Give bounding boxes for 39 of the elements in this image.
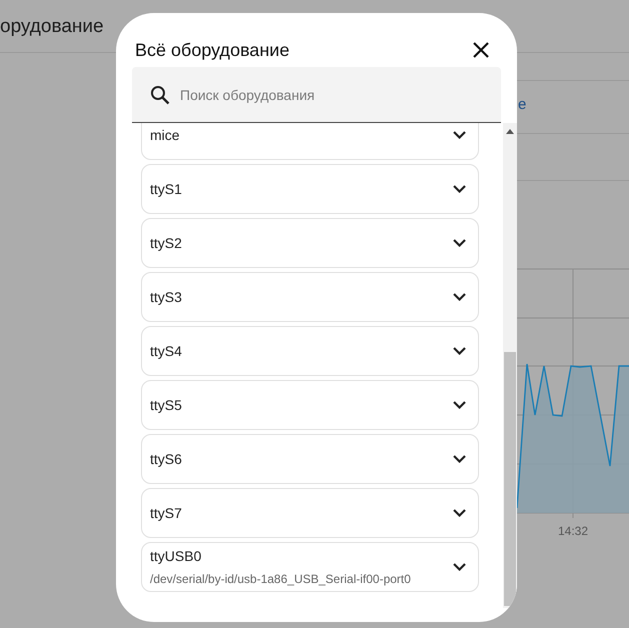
chevron-icon	[453, 131, 466, 139]
device-item[interactable]: ttyUSB0 /dev/serial/by-id/usb-1a86_USB_Serial-if00-port0	[141, 542, 479, 592]
device-item[interactable]: ttyS5	[141, 380, 479, 430]
search-field[interactable]: Поиск оборудования	[132, 67, 501, 123]
device-name: ttyS5	[150, 396, 182, 415]
search-icon	[150, 85, 170, 105]
chevron-icon	[453, 185, 466, 193]
device-item[interactable]: mice	[141, 123, 479, 160]
chevron-icon	[453, 455, 466, 463]
device-item[interactable]: ttyS3	[141, 272, 479, 322]
device-item[interactable]: ttyS2	[141, 218, 479, 268]
chevron-icon	[453, 509, 466, 517]
device-name: ttyS3	[150, 288, 182, 307]
device-name: ttyUSB0	[150, 547, 202, 566]
close-icon	[473, 42, 489, 58]
axis-label: 14:32	[558, 523, 588, 540]
chevron-icon	[453, 401, 466, 409]
scrollbar-thumb[interactable]	[504, 352, 516, 606]
link-text[interactable]: e	[518, 94, 526, 116]
close-button[interactable]	[471, 40, 491, 60]
device-name: ttyS4	[150, 342, 182, 361]
chevron-icon	[453, 239, 466, 247]
dialog-title: Всё оборудование	[135, 38, 290, 62]
chevron-icon	[453, 347, 466, 355]
device-item[interactable]: ttyS6	[141, 434, 479, 484]
page-heading: орудование	[0, 15, 104, 39]
device-path: /dev/serial/by-id/usb-1a86_USB_Serial-if00-port0	[150, 571, 411, 588]
scroll-up-icon[interactable]	[506, 129, 514, 134]
scrollbar[interactable]	[503, 123, 517, 608]
device-name: mice	[150, 126, 180, 144]
device-item[interactable]: ttyS1	[141, 164, 479, 214]
device-name: ttyS7	[150, 504, 182, 523]
device-name: ttyS2	[150, 234, 182, 253]
device-name: ttyS1	[150, 180, 182, 199]
device-item[interactable]: ttyS7	[141, 488, 479, 538]
chevron-icon	[453, 563, 466, 571]
chevron-icon	[453, 293, 466, 301]
device-name: ttyS6	[150, 450, 182, 469]
device-item[interactable]: ttyS4	[141, 326, 479, 376]
